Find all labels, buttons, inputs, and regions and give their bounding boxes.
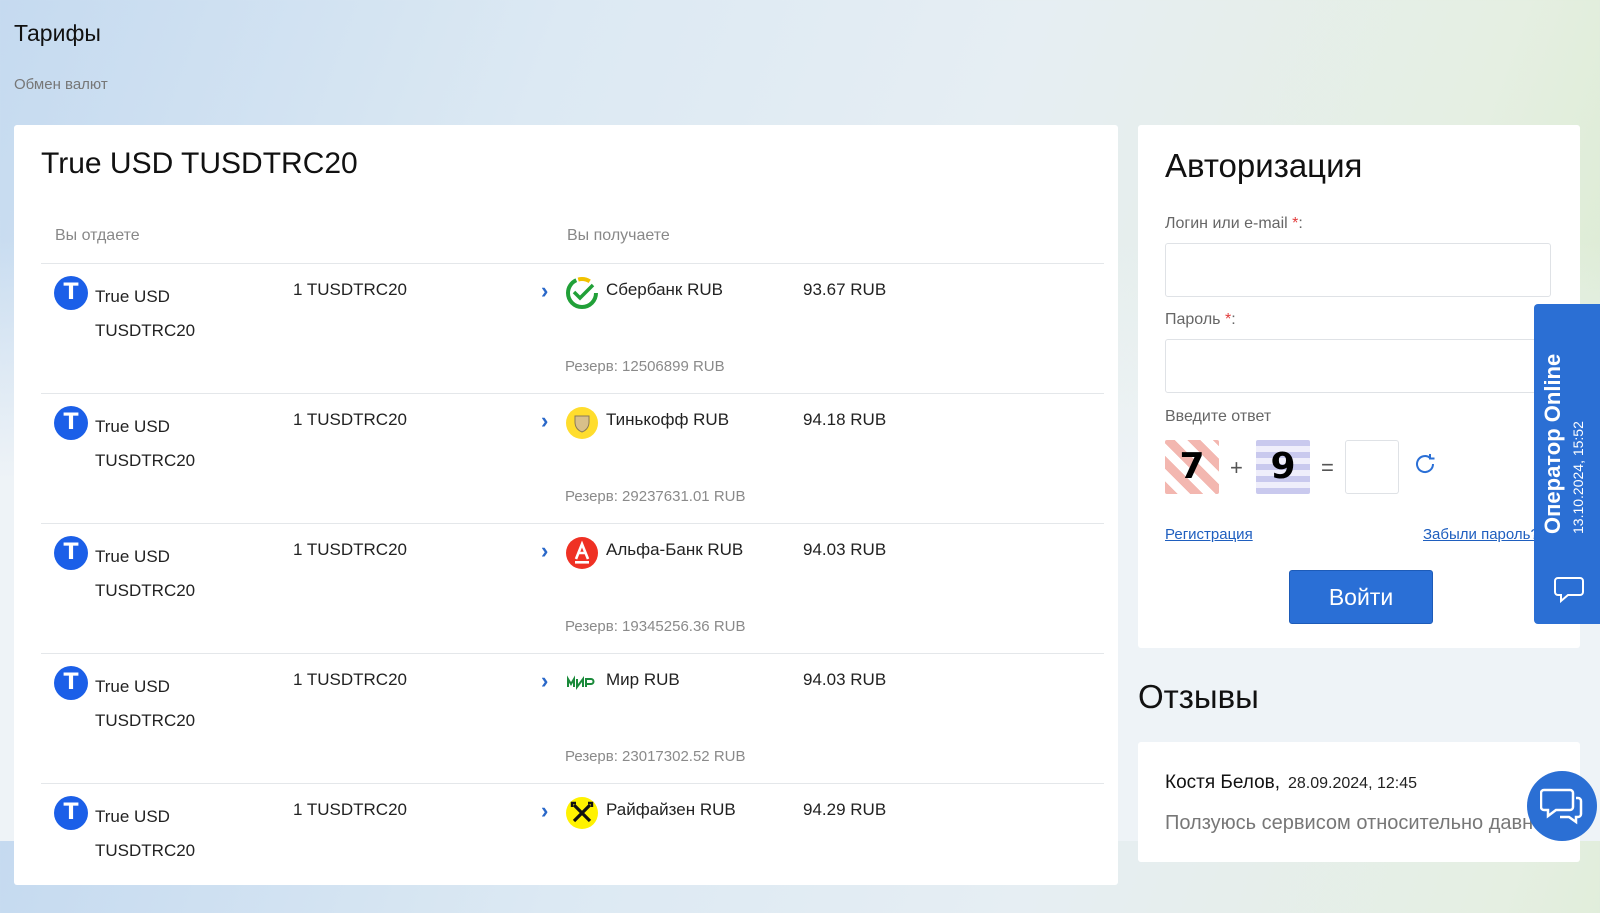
trueusd-icon: T	[54, 536, 88, 570]
give-amount: 1 TUSDTRC20	[293, 670, 407, 689]
breadcrumb[interactable]: Обмен валют	[14, 76, 108, 93]
forgot-password-link[interactable]: Забыли пароль?	[1423, 526, 1539, 543]
auth-card: Авторизация Логин или e-mail *: Пароль *…	[1138, 125, 1580, 648]
captcha-digit-a: 7	[1165, 440, 1219, 494]
trueusd-icon: T	[54, 276, 88, 310]
raiffeisen-icon	[566, 797, 598, 829]
chat-bubble-icon	[1554, 577, 1584, 604]
chevron-right-icon: ›	[541, 538, 549, 563]
chevron-right-icon: ›	[541, 798, 549, 823]
captcha-equals: =	[1321, 455, 1334, 480]
rate-row[interactable]: T True USD TUSDTRC20 1 TUSDTRC20 › Сберб…	[41, 263, 1104, 393]
column-give-header: Вы отдаете	[55, 227, 140, 244]
login-button[interactable]: Войти	[1289, 570, 1433, 624]
operator-date: 13.10.2024, 15:52	[1570, 421, 1586, 534]
operator-title: Оператор Online	[1540, 353, 1565, 534]
reserve-amount: Резерв: 19345256.36 RUB	[565, 618, 746, 635]
get-currency: Тинькофф RUB	[606, 410, 730, 429]
password-label-text: Пароль	[1165, 311, 1221, 328]
password-input[interactable]	[1165, 339, 1551, 393]
rate-row[interactable]: T True USD TUSDTRC20 1 TUSDTRC20 › Тиньк…	[41, 393, 1104, 523]
password-label: Пароль *:	[1165, 311, 1236, 329]
captcha-answer-input[interactable]	[1345, 440, 1399, 494]
get-amount: 94.29 RUB	[803, 800, 887, 819]
trueusd-icon: T	[54, 796, 88, 830]
get-currency: Сбербанк RUB	[606, 280, 723, 299]
review-date: 28.09.2024, 12:45	[1288, 775, 1418, 792]
refresh-icon[interactable]	[1413, 452, 1437, 476]
chat-bubbles-icon	[1540, 788, 1583, 825]
login-label-text: Логин или e-mail	[1165, 215, 1288, 232]
give-amount: 1 TUSDTRC20	[293, 800, 407, 819]
rate-row[interactable]: T True USD TUSDTRC20 1 TUSDTRC20 › Мир R…	[41, 653, 1104, 783]
get-currency: Альфа-Банк RUB	[606, 540, 744, 559]
get-amount: 94.18 RUB	[803, 410, 887, 429]
reserve-amount: Резерв: 12506899 RUB	[565, 358, 725, 375]
chevron-right-icon: ›	[541, 668, 549, 693]
trueusd-icon: T	[54, 406, 88, 440]
rates-list: T True USD TUSDTRC20 1 TUSDTRC20 › Сберб…	[41, 263, 1104, 913]
rates-card: True USD TUSDTRC20 Вы отдаете Вы получае…	[14, 125, 1118, 885]
reviews-title: Отзывы	[1138, 678, 1259, 715]
label-colon: :	[1298, 215, 1303, 232]
give-currency: True USD TUSDTRC20	[95, 287, 196, 340]
get-currency: Мир RUB	[606, 670, 680, 689]
reserve-amount: Резерв: 29237631.01 RUB	[565, 488, 746, 505]
give-amount: 1 TUSDTRC20	[293, 280, 407, 299]
review-text: Ползуюсь сервисом относительно давно	[1165, 812, 1545, 834]
rate-row[interactable]: T True USD TUSDTRC20 1 TUSDTRC20 › Райфа…	[41, 783, 1104, 913]
get-amount: 94.03 RUB	[803, 670, 887, 689]
give-currency: True USD TUSDTRC20	[95, 417, 196, 470]
give-currency: True USD TUSDTRC20	[95, 807, 196, 860]
review-author: Костя Белов,	[1165, 772, 1281, 793]
chat-button[interactable]	[1527, 771, 1597, 841]
sberbank-icon	[566, 277, 598, 309]
auth-title: Авторизация	[1165, 147, 1363, 184]
column-get-header: Вы получаете	[567, 227, 670, 244]
chevron-right-icon: ›	[541, 408, 549, 433]
get-amount: 93.67 RUB	[803, 280, 887, 299]
alfabank-icon	[566, 537, 598, 569]
give-currency: True USD TUSDTRC20	[95, 547, 196, 600]
review-card: Костя Белов, 28.09.2024, 12:45 Ползуюсь …	[1138, 742, 1580, 862]
get-amount: 94.03 RUB	[803, 540, 887, 559]
trueusd-icon: T	[54, 666, 88, 700]
rate-row[interactable]: T True USD TUSDTRC20 1 TUSDTRC20 › Альфа…	[41, 523, 1104, 653]
operator-online-tab[interactable]: Оператор Online 13.10.2024, 15:52	[1534, 304, 1600, 624]
tinkoff-icon	[566, 407, 598, 439]
get-currency: Райфайзен RUB	[606, 800, 736, 819]
rates-title: True USD TUSDTRC20	[41, 147, 358, 180]
captcha-label: Введите ответ	[1165, 408, 1272, 425]
label-colon: :	[1231, 311, 1236, 328]
mir-icon	[567, 675, 595, 690]
captcha-digit-b: 9	[1256, 440, 1310, 494]
give-amount: 1 TUSDTRC20	[293, 540, 407, 559]
captcha-plus: +	[1230, 455, 1243, 480]
reserve-amount: Резерв: 23017302.52 RUB	[565, 748, 746, 765]
give-currency: True USD TUSDTRC20	[95, 677, 196, 730]
login-label: Логин или e-mail *:	[1165, 215, 1303, 233]
page-title: Тарифы	[14, 20, 101, 46]
register-link[interactable]: Регистрация	[1165, 526, 1253, 543]
give-amount: 1 TUSDTRC20	[293, 410, 407, 429]
operator-text: Оператор Online 13.10.2024, 15:52	[1540, 354, 1586, 534]
chevron-right-icon: ›	[541, 278, 549, 303]
login-input[interactable]	[1165, 243, 1551, 297]
